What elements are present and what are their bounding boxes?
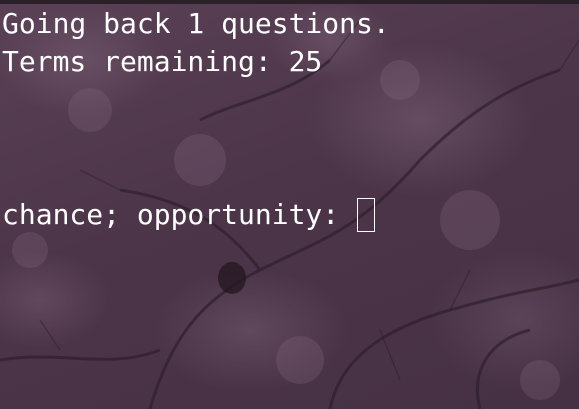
prompt-row: chance; opportunity: (2, 198, 376, 232)
question-prompt: chance; opportunity: (2, 198, 340, 231)
status-line-going-back: Going back 1 questions. (2, 7, 390, 40)
status-line-terms-remaining: Terms remaining: 25 (2, 45, 323, 78)
terminal-window[interactable]: Going back 1 questions. Terms remaining:… (0, 0, 579, 409)
text-cursor[interactable] (357, 198, 376, 232)
